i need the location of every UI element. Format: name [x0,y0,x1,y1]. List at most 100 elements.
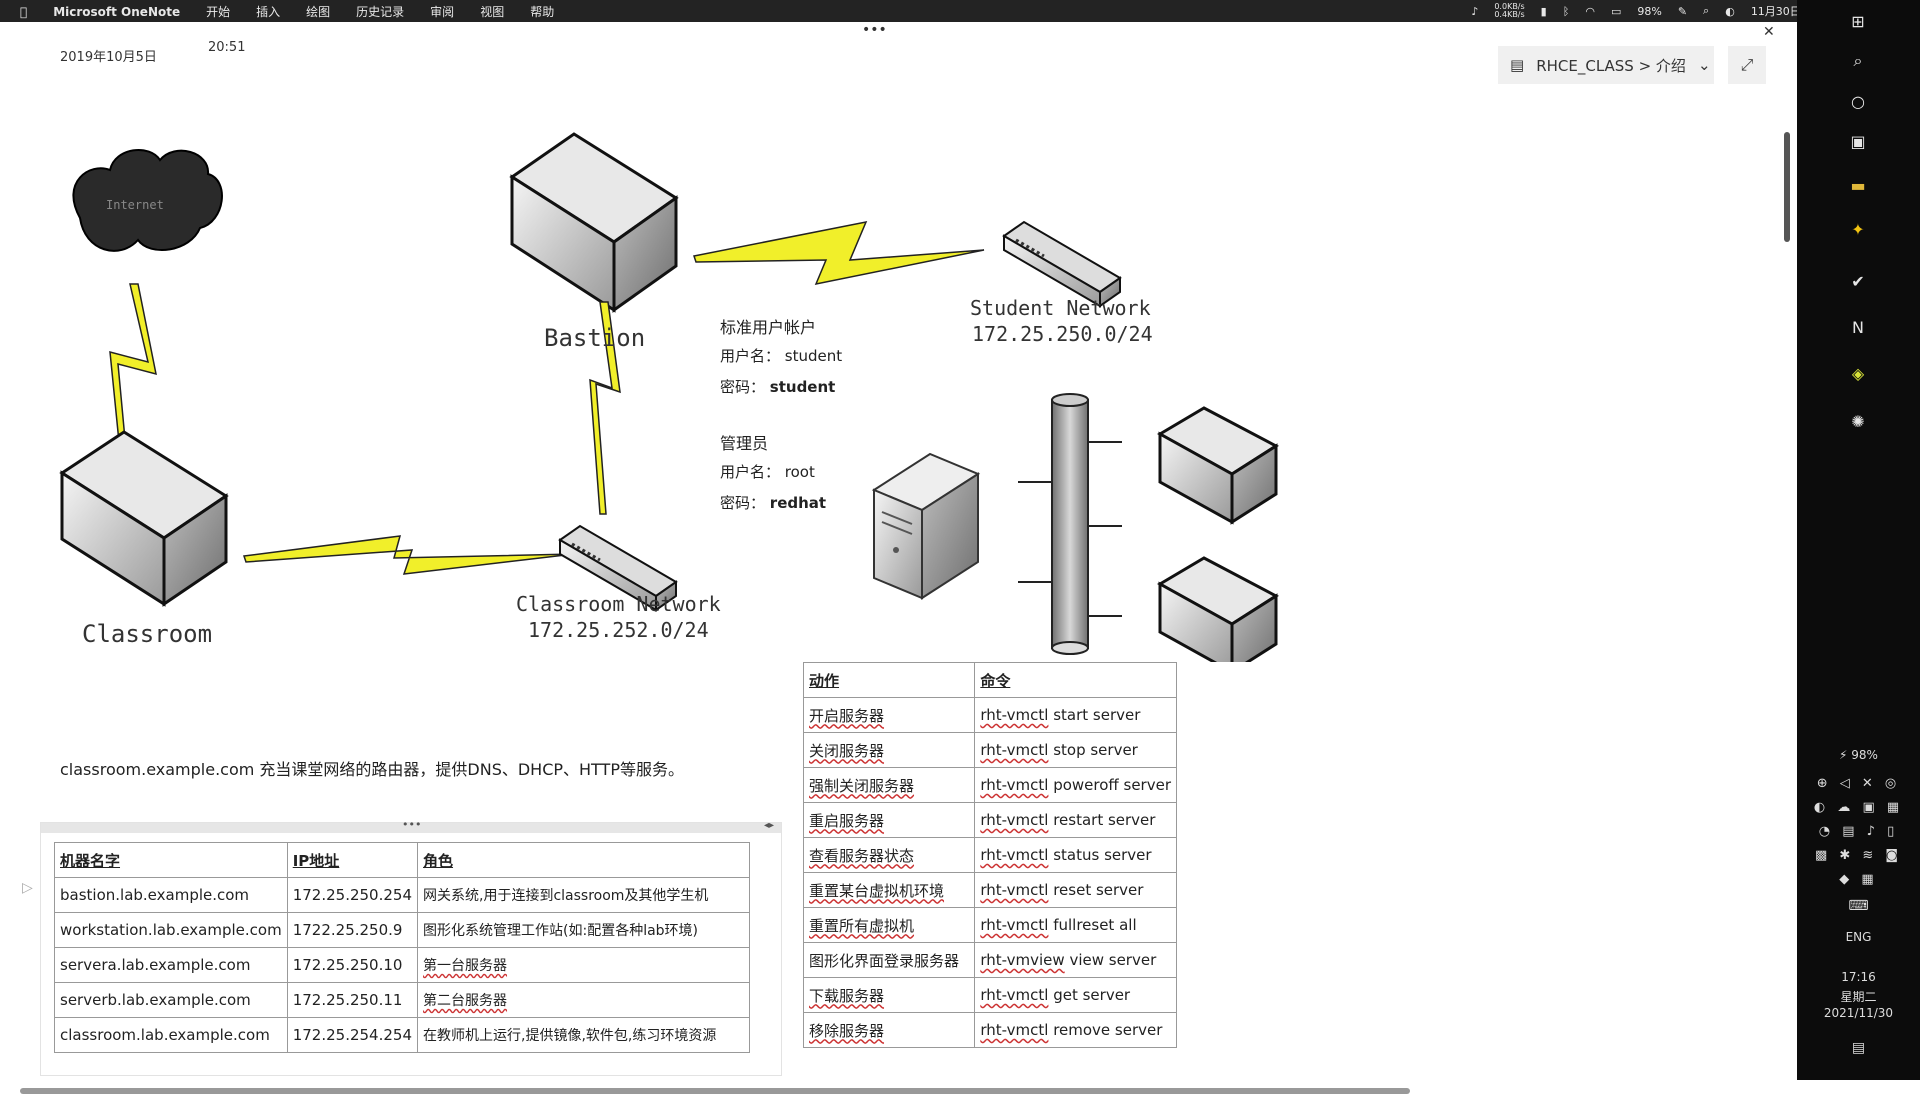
action-cell[interactable]: 图形化界面登录服务器 [802,942,976,978]
keyboard-icon[interactable]: ⌨ [1797,898,1920,914]
action-cell[interactable]: 重启服务器 [802,802,976,838]
tray-icons-row[interactable]: ⊕ ◁ ✕ ◎ [1797,776,1920,791]
role-cell[interactable]: 网关系统,用于连接到classroom及其他学生机 [417,877,750,913]
role-cell[interactable]: 图形化系统管理工作站(如:配置各种lab环境) [417,912,750,948]
std-user-row: 用户名： student [720,345,842,366]
ip-cell[interactable]: 1722.25.250.9 [286,912,419,948]
task-view-icon[interactable]: ▣ [1845,128,1871,154]
tray-icons-row[interactable]: ◆ ▦ [1797,872,1920,887]
command-cell[interactable]: rht-vmctl restart server [974,802,1177,838]
role-cell[interactable]: 第一台服务器 [417,947,750,983]
action-cell[interactable]: 重置所有虚拟机 [802,907,976,943]
vertical-scroll-thumb[interactable] [1784,132,1790,242]
command-cell[interactable]: rht-vmctl poweroff server [974,767,1177,803]
header-machine-name[interactable]: 机器名字 [54,842,288,878]
role-cell[interactable]: 第二台服务器 [417,982,750,1018]
header-command[interactable]: 命令 [974,662,1177,698]
battery-percent[interactable]: 98% [1637,5,1661,18]
machine-name-cell[interactable]: workstation.lab.example.com [54,912,288,948]
close-icon[interactable]: ✕ [1763,24,1775,40]
chevron-down-icon: ⌄ [1697,56,1711,74]
input-method-icon[interactable]: ✎ [1678,5,1687,18]
horizontal-scroll-thumb[interactable] [20,1088,1410,1094]
onenote-icon[interactable]: N [1845,314,1871,340]
menu-history[interactable]: 历史记录 [356,3,404,20]
expand-button[interactable]: ⤢ [1728,46,1766,84]
taskbar-day[interactable]: 星期二 [1797,988,1920,1005]
ip-cell[interactable]: 172.25.250.11 [286,982,419,1018]
command-cell[interactable]: rht-vmctl stop server [974,732,1177,768]
table-row: 查看服务器状态 rht-vmctl status server [802,837,1177,873]
input-language[interactable]: ENG [1797,930,1920,944]
battery-icon[interactable]: ▮ [1541,5,1547,18]
control-center-icon[interactable]: ◐ [1725,5,1735,18]
file-explorer-icon[interactable]: ▬ [1845,172,1871,198]
admin-user-label: 用户名： [720,463,781,481]
command-cell[interactable]: rht-vmctl reset server [974,872,1177,908]
tray-battery[interactable]: ⚡ 98% [1797,748,1920,762]
machine-name-cell[interactable]: bastion.lab.example.com [54,877,288,913]
action-cell[interactable]: 重置某台虚拟机环境 [802,872,976,908]
tray-icons-row[interactable]: ◔ ▤ ♪ ▯ [1797,824,1920,839]
ip-cell[interactable]: 172.25.250.254 [286,877,419,913]
action-cell[interactable]: 强制关闭服务器 [802,767,976,803]
tray-icons-row[interactable]: ◐ ☁ ▣ ▦ [1797,800,1920,815]
cortana-icon[interactable]: ○ [1845,88,1871,114]
machine-name-cell[interactable]: servera.lab.example.com [54,947,288,983]
vertical-scrollbar[interactable] [1782,107,1792,1072]
display-icon[interactable]: ▭ [1611,5,1621,18]
app-icon[interactable]: ◈ [1845,360,1871,386]
windows-start-icon[interactable]: ⊞ [1845,8,1871,34]
header-action[interactable]: 动作 [802,662,976,698]
table-handle-dots-icon[interactable]: ••• [402,818,421,831]
notification-icon[interactable]: ▤ [1797,1040,1920,1056]
command-cell[interactable]: rht-vmctl get server [974,977,1177,1013]
header-ip[interactable]: IP地址 [286,842,419,878]
ip-cell[interactable]: 172.25.250.10 [286,947,419,983]
wifi-icon[interactable]: ◠ [1585,5,1595,18]
machine-name-cell[interactable]: serverb.lab.example.com [54,982,288,1018]
action-cell[interactable]: 开启服务器 [802,697,976,733]
taskbar-date[interactable]: 2021/11/30 [1797,1006,1920,1020]
menu-view[interactable]: 视图 [480,3,504,20]
menu-insert[interactable]: 插入 [256,3,280,20]
notebook-navigation-button[interactable]: ▤ RHCE_CLASS > 介绍 ⌄ [1498,46,1714,84]
settings-icon[interactable]: ✺ [1845,408,1871,434]
action-cell[interactable]: 移除服务器 [802,1012,976,1048]
bluetooth-icon[interactable]: ᛒ [1563,5,1570,18]
todo-icon[interactable]: ✔ [1845,268,1871,294]
command-cell[interactable]: rht-vmctl status server [974,837,1177,873]
action-cell[interactable]: 查看服务器状态 [802,837,976,873]
command-cell[interactable]: rht-vmctl remove server [974,1012,1177,1048]
command-args: fullreset all [1053,916,1137,934]
classroom-description: classroom.example.com 充当课堂网络的路由器，提供DNS、D… [60,760,684,779]
horizontal-scrollbar[interactable] [0,1086,1780,1096]
command-cell[interactable]: rht-vmctl fullreset all [974,907,1177,943]
table-resize-arrows-icon[interactable]: ◂▸ [764,820,774,831]
action-cell[interactable]: 关闭服务器 [802,732,976,768]
action-cell[interactable]: 下载服务器 [802,977,976,1013]
search-icon[interactable]: ⌕ [1845,48,1871,74]
machine-name-cell[interactable]: classroom.lab.example.com [54,1017,288,1053]
command-tool: rht-vmctl [980,776,1049,794]
menu-draw[interactable]: 绘图 [306,3,330,20]
header-role[interactable]: 角色 [417,842,750,878]
search-icon[interactable]: ⌕ [1703,4,1709,18]
menu-home[interactable]: 开始 [206,3,230,20]
command-cell[interactable]: rht-vmctl start server [974,697,1177,733]
menu-review[interactable]: 审阅 [430,3,454,20]
taskbar-time[interactable]: 17:16 [1797,970,1920,984]
app-name[interactable]: Microsoft OneNote [53,5,180,19]
ip-cell[interactable]: 172.25.254.254 [286,1017,419,1053]
net-down: 0.4KB/s [1494,10,1525,19]
command-cell[interactable]: rht-vmview view server [974,942,1177,978]
admin-pass-row: 密码： redhat [720,492,826,513]
app-icon[interactable]: ✦ [1845,216,1871,242]
menu-help[interactable]: 帮助 [530,3,554,20]
role-cell[interactable]: 在教师机上运行,提供镜像,软件包,练习环境资源 [417,1017,750,1053]
music-icon[interactable]: ♪ [1471,5,1478,18]
row-select-arrow-icon[interactable]: ▷ [22,880,33,896]
apple-icon[interactable]:  [20,5,27,19]
admin-user-row: 用户名： root [720,461,815,482]
tray-icons-row[interactable]: ▩ ✱ ≋ ◙ [1797,848,1920,863]
